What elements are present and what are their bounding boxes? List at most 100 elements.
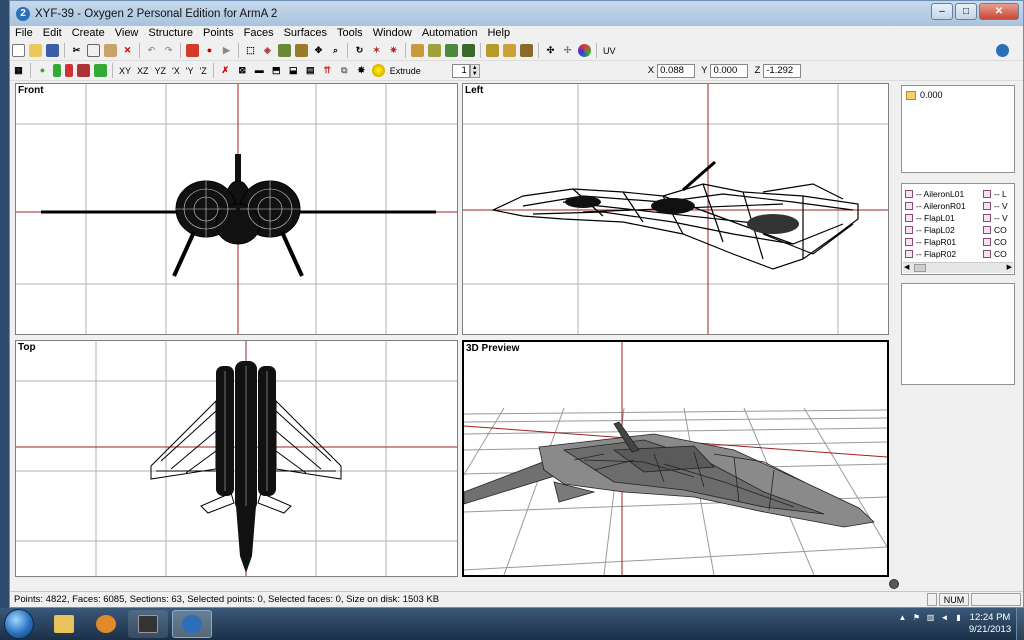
selection-item[interactable]: -- FlapR02 CO [905, 248, 1007, 260]
play-icon[interactable]: ▶ [220, 44, 233, 57]
wireframe-icon[interactable]: ⊠ [236, 64, 249, 77]
zoom-icon[interactable]: ⌕ [329, 44, 342, 57]
minimize-button[interactable]: – [931, 3, 953, 20]
save-icon[interactable] [46, 44, 59, 57]
scroll-left-arrow-icon[interactable]: ◀ [904, 263, 909, 271]
menu-tools[interactable]: Tools [332, 26, 368, 41]
selection-item[interactable]: -- AileronR01 -- V [905, 200, 1008, 212]
smooth-icon[interactable]: ✢ [561, 44, 574, 57]
front-viewport[interactable]: Front [15, 83, 458, 335]
select-faces-icon[interactable] [278, 44, 291, 57]
scale-icon[interactable]: ✷ [387, 44, 400, 57]
lock-all-icon[interactable] [520, 44, 533, 57]
menu-view[interactable]: View [110, 26, 144, 41]
colors-icon[interactable] [578, 44, 591, 57]
align-mixed-icon[interactable] [94, 64, 107, 77]
no-wireframe-icon[interactable]: ✗ [219, 64, 232, 77]
horizontal-scrollbar[interactable]: ◀ ▶ [903, 262, 1013, 273]
tray-expand-icon[interactable]: ▲ [898, 612, 907, 623]
unhide-icon[interactable] [428, 44, 441, 57]
box-icon[interactable]: ⬒ [270, 64, 283, 77]
title-bar[interactable]: 2 XYF-39 - Oxygen 2 Personal Edition for… [10, 1, 1023, 26]
menu-automation[interactable]: Automation [417, 26, 483, 41]
taskbar-media-player[interactable] [86, 610, 126, 638]
transform-icon[interactable]: ✶ [370, 44, 383, 57]
maximize-button[interactable]: □ [955, 3, 977, 20]
menu-points[interactable]: Points [198, 26, 239, 41]
redo-icon[interactable]: ↷ [162, 44, 175, 57]
material-icon[interactable]: ✸ [355, 64, 368, 77]
delete-icon[interactable]: ✕ [121, 44, 134, 57]
center-pin-icon[interactable]: ● [36, 64, 49, 77]
selection-item[interactable]: -- FlapL02 CO [905, 224, 1007, 236]
view-z-button[interactable]: 'Z [200, 66, 207, 76]
new-file-icon[interactable] [12, 44, 25, 57]
y-coord-input[interactable]: 0.000 [710, 63, 749, 78]
clock[interactable]: 12:24 PM 9/21/2013 [964, 612, 1016, 636]
power-icon[interactable]: ▮ [954, 612, 963, 623]
x-coord-input[interactable]: 0.088 [657, 63, 696, 78]
unlock-icon[interactable] [462, 44, 475, 57]
select-objects-icon[interactable] [295, 44, 308, 57]
menu-file[interactable]: File [10, 26, 38, 41]
flag-icon[interactable]: ⚑ [912, 612, 921, 623]
selection-item[interactable]: -- FlapL01 -- V [905, 212, 1008, 224]
taskbar-oxygen[interactable] [172, 610, 212, 638]
normals-icon[interactable]: ⇈ [321, 64, 334, 77]
copy-icon[interactable] [87, 44, 100, 57]
selection-item[interactable]: -- AileronL01 -- L [905, 188, 1007, 200]
lock-faces-icon[interactable] [503, 44, 516, 57]
texture-icon[interactable]: ⧉ [338, 64, 351, 77]
cut-icon[interactable]: ✂ [70, 44, 83, 57]
menu-faces[interactable]: Faces [239, 26, 279, 41]
network-icon[interactable]: ▥ [926, 612, 935, 623]
left-viewport[interactable]: Left [462, 83, 889, 335]
z-coord-input[interactable]: -1.292 [763, 63, 802, 78]
lock-points-icon[interactable] [486, 44, 499, 57]
selection-item[interactable]: -- FlapR01 CO [905, 236, 1007, 248]
menu-edit[interactable]: Edit [38, 26, 67, 41]
extrude-spinner[interactable]: ▲ ▼ [469, 63, 480, 78]
start-button[interactable] [4, 609, 34, 639]
menu-window[interactable]: Window [368, 26, 417, 41]
rotate-icon[interactable]: ↻ [353, 44, 366, 57]
view-y-button[interactable]: 'Y [186, 66, 194, 76]
view-xy-button[interactable]: XY [119, 66, 131, 76]
record-icon[interactable]: ● [203, 44, 216, 57]
top-viewport[interactable]: Top [15, 340, 458, 577]
solid-icon[interactable]: ▬ [253, 64, 266, 77]
properties-panel[interactable] [901, 283, 1015, 385]
script-icon[interactable] [186, 44, 199, 57]
cube-icon[interactable]: ⬓ [287, 64, 300, 77]
undo-icon[interactable]: ↶ [145, 44, 158, 57]
light-icon[interactable] [371, 64, 385, 77]
3d-preview-viewport[interactable]: 3D Preview [462, 340, 889, 577]
select-icon[interactable]: ⬚ [244, 44, 257, 57]
menu-create[interactable]: Create [67, 26, 110, 41]
uv-button[interactable]: UV [603, 46, 616, 56]
menu-surfaces[interactable]: Surfaces [279, 26, 332, 41]
volume-icon[interactable]: ◄ [940, 612, 949, 623]
align-green-icon[interactable] [53, 64, 61, 77]
mesh-grid-icon[interactable]: ▤ [304, 64, 317, 77]
scrollbar-thumb[interactable] [914, 264, 926, 272]
view-x-button[interactable]: 'X [172, 66, 180, 76]
taskbar-app-tool[interactable] [128, 610, 168, 638]
scroll-right-arrow-icon[interactable]: ▶ [1007, 263, 1012, 271]
menu-structure[interactable]: Structure [143, 26, 198, 41]
align-red-icon[interactable] [65, 64, 73, 77]
show-desktop-button[interactable] [1016, 608, 1024, 640]
close-button[interactable]: ✕ [979, 3, 1019, 20]
paste-icon[interactable] [104, 44, 117, 57]
hide-icon[interactable] [411, 44, 424, 57]
lock-icon[interactable] [445, 44, 458, 57]
menu-help[interactable]: Help [482, 26, 515, 41]
extrude-input[interactable]: 1 [451, 63, 470, 78]
open-folder-icon[interactable] [29, 44, 42, 57]
viewport-resize-handle[interactable] [889, 579, 899, 589]
taskbar-explorer[interactable] [44, 610, 84, 638]
named-selections-list[interactable]: -- AileronL01 -- L -- AileronR01 -- V -- F… [901, 183, 1015, 275]
lod-item[interactable]: 0.000 [906, 90, 943, 100]
lod-list[interactable]: 0.000 [901, 85, 1015, 173]
align-both-icon[interactable] [77, 64, 90, 77]
